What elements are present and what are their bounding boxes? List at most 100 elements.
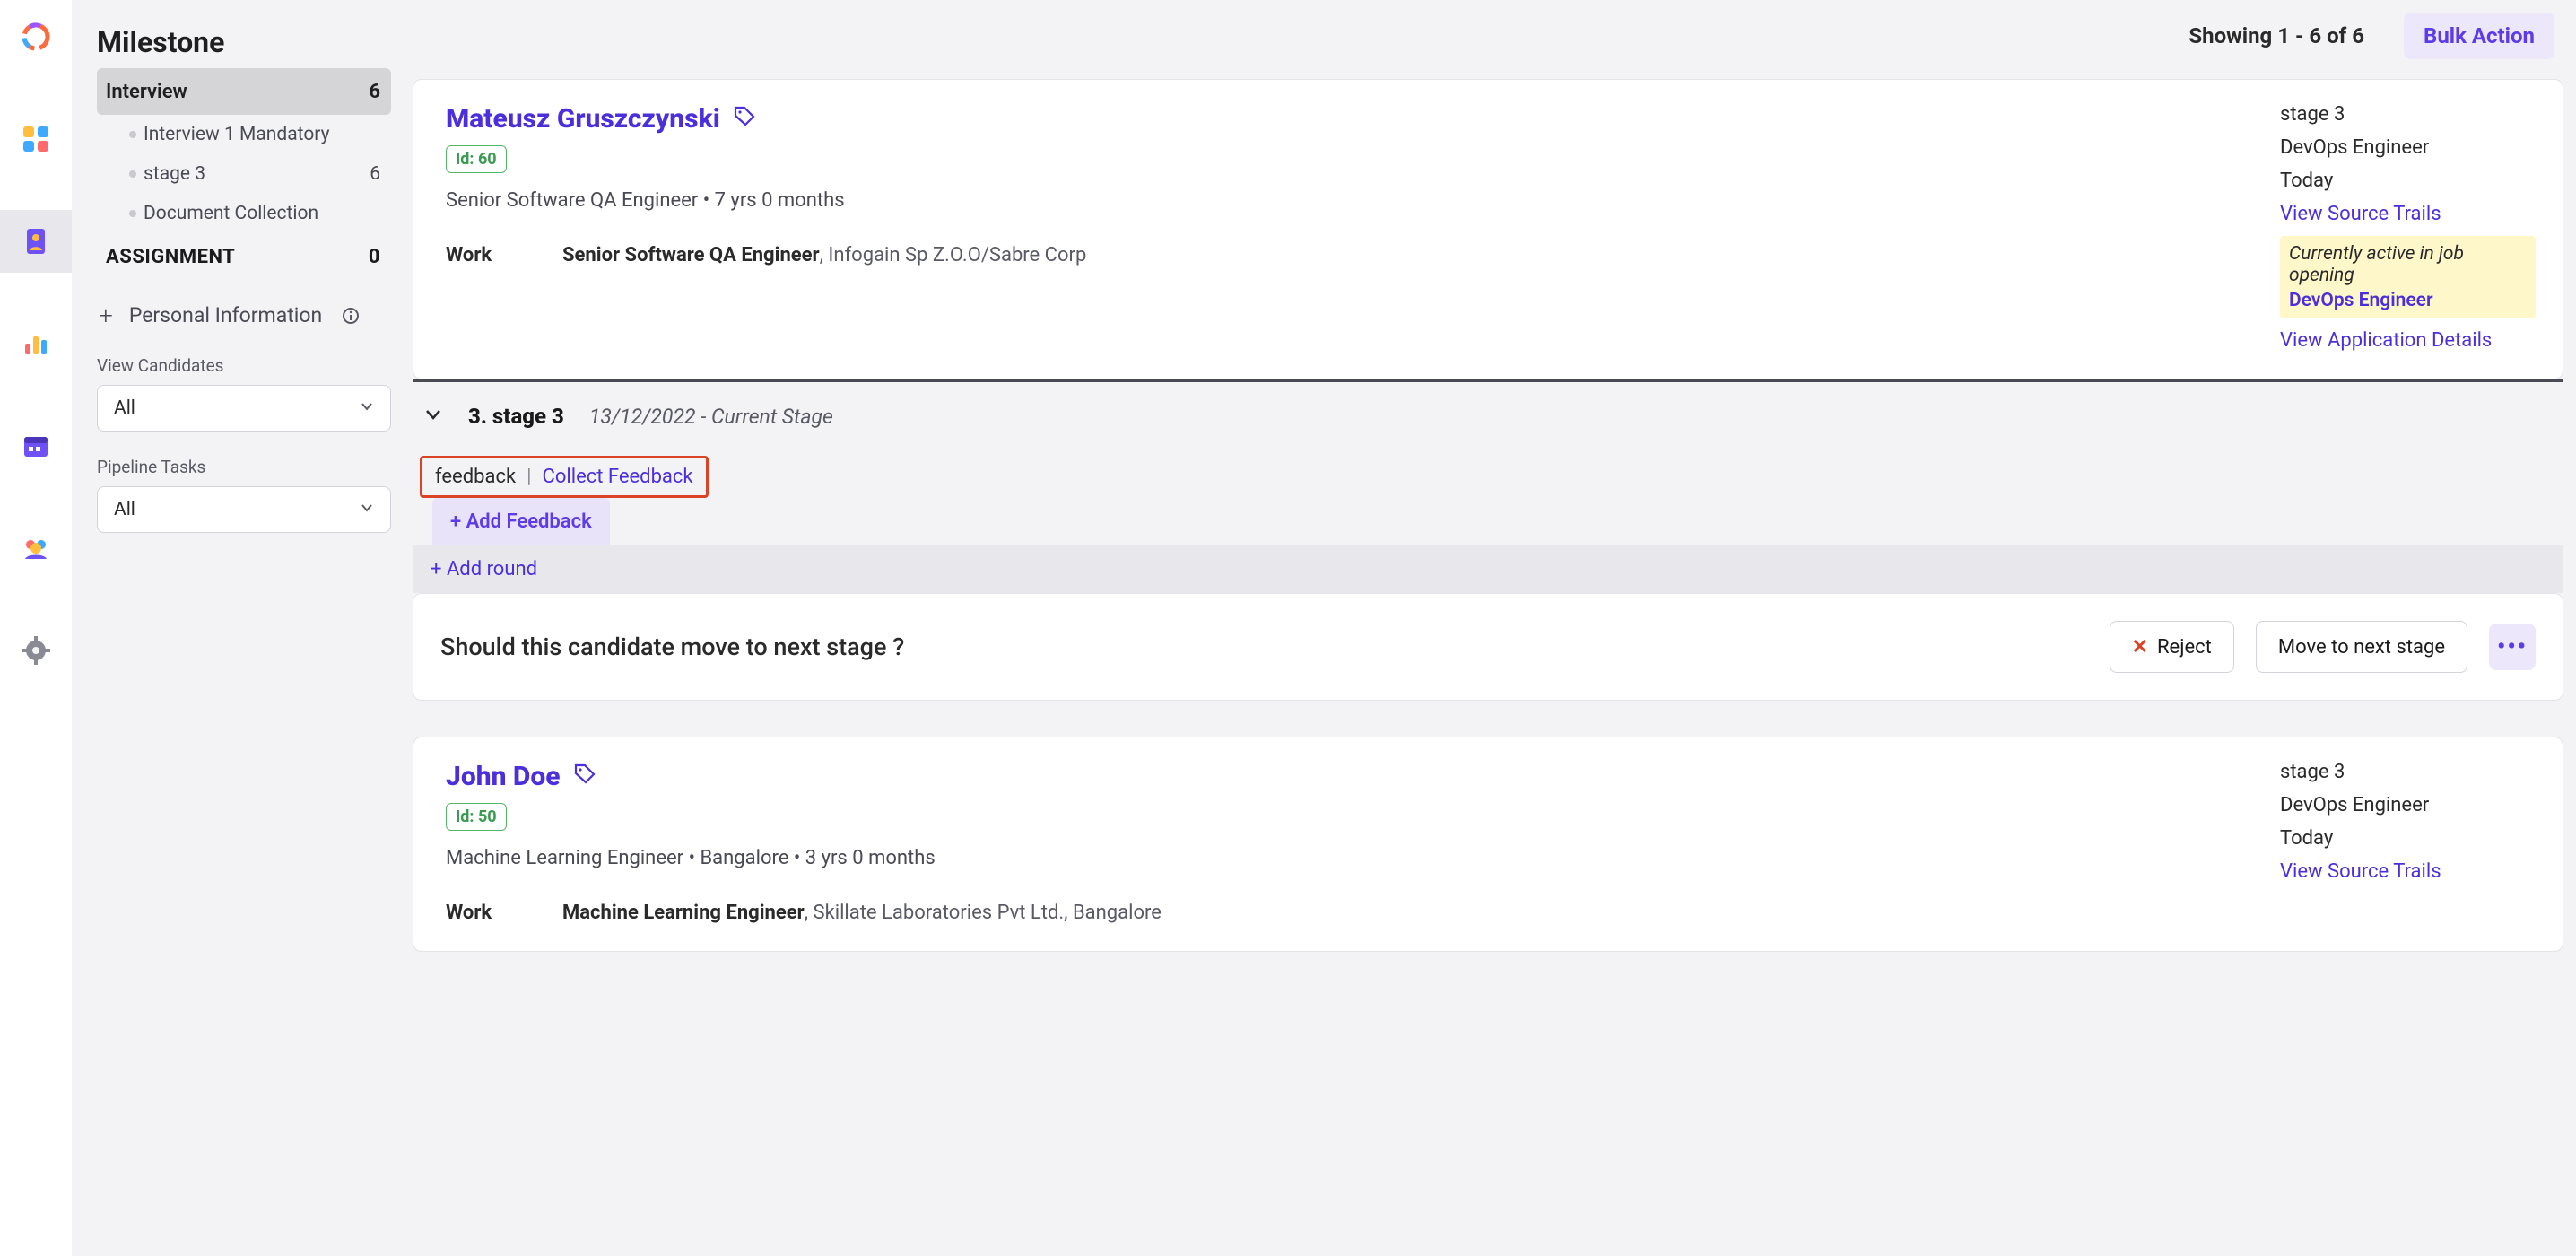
close-icon: ✕ [2132, 636, 2148, 659]
pipeline-tasks-value: All [114, 499, 135, 520]
candidate-id-badge: Id: 60 [446, 145, 507, 173]
dots-icon: ••• [2497, 633, 2528, 660]
candidate-headline: Senior Software QA Engineer • 7 yrs 0 mo… [446, 189, 2236, 212]
add-round-bar[interactable]: + Add round [413, 545, 2563, 593]
nav-analytics-icon[interactable] [0, 312, 72, 375]
stage-section: 3. stage 3 13/12/2022 - Current Stage fe… [413, 379, 2563, 701]
candidate-id-badge: Id: 50 [446, 803, 507, 831]
more-actions-button[interactable]: ••• [2489, 624, 2536, 670]
stage-title: 3. stage 3 [468, 404, 564, 429]
work-role: Senior Software QA Engineer [562, 244, 820, 266]
stage-date-note: 13/12/2022 - Current Stage [589, 405, 833, 429]
work-label: Work [446, 902, 562, 924]
main-content: Showing 1 - 6 of 6 Bulk Action Mateusz G… [413, 0, 2576, 1256]
nav-calendar-icon[interactable] [0, 414, 72, 477]
side-date: Today [2280, 827, 2536, 850]
app-logo[interactable] [0, 5, 72, 68]
work-label: Work [446, 244, 562, 266]
chevron-down-icon [360, 397, 374, 419]
candidate-work-row: Work Senior Software QA Engineer, Infoga… [446, 244, 2236, 266]
view-application-details-link[interactable]: View Application Details [2280, 329, 2536, 352]
view-source-trails-link[interactable]: View Source Trails [2280, 860, 2536, 883]
assignment-label: ASSIGNMENT [106, 246, 235, 268]
active-banner-line1: Currently active in job opening [2289, 243, 2527, 286]
plus-icon: + [99, 301, 113, 330]
milestone-interview[interactable]: Interview 6 [97, 68, 391, 115]
pipeline-tasks-label: Pipeline Tasks [97, 457, 391, 477]
side-position: DevOps Engineer [2280, 794, 2536, 816]
add-feedback-button[interactable]: + Add Feedback [432, 498, 610, 545]
move-next-stage-button[interactable]: Move to next stage [2256, 621, 2467, 673]
work-company: , Infogain Sp Z.O.O/Sabre Corp [820, 244, 1087, 266]
nav-settings-icon[interactable] [0, 619, 72, 682]
info-icon [342, 307, 360, 325]
milestone-interview-count: 6 [369, 81, 380, 103]
feedback-separator: | [527, 466, 531, 488]
personal-info-toggle[interactable]: + Personal Information [97, 281, 391, 355]
work-role: Machine Learning Engineer [562, 902, 805, 924]
sub-label: stage 3 [144, 163, 205, 185]
filters-sidebar: Milestone Interview 6 Interview 1 Mandat… [72, 0, 413, 1256]
tag-icon [573, 761, 596, 792]
active-banner-line2[interactable]: DevOps Engineer [2289, 290, 2527, 311]
sub-count: 6 [370, 163, 380, 185]
active-job-banner: Currently active in job opening DevOps E… [2280, 236, 2536, 318]
bulk-action-button[interactable]: Bulk Action [2404, 13, 2554, 59]
candidate-name-link[interactable]: John Doe [446, 761, 596, 792]
candidate-name: Mateusz Gruszczynski [446, 103, 720, 135]
candidate-side-panel: stage 3 DevOps Engineer Today View Sourc… [2258, 761, 2536, 924]
topbar: Showing 1 - 6 of 6 Bulk Action [413, 0, 2563, 72]
side-position: DevOps Engineer [2280, 136, 2536, 159]
work-company: , Skillate Laboratories Pvt Ltd., Bangal… [805, 902, 1162, 924]
reject-label: Reject [2157, 636, 2212, 659]
work-value: Senior Software QA Engineer, Infogain Sp… [562, 244, 2236, 266]
assignment-count: 0 [369, 246, 380, 268]
nav-dashboard-icon[interactable] [0, 108, 72, 170]
sub-dot-icon [129, 170, 136, 178]
work-value: Machine Learning Engineer, Skillate Labo… [562, 902, 2236, 924]
view-source-trails-link[interactable]: View Source Trails [2280, 203, 2536, 225]
milestone-sub-documents[interactable]: Document Collection [97, 194, 391, 233]
decision-card: Should this candidate move to next stage… [413, 593, 2563, 701]
reject-button[interactable]: ✕ Reject [2110, 621, 2234, 673]
candidate-card: Mateusz Gruszczynski Id: 60 Senior Softw… [413, 79, 2563, 379]
candidate-name: John Doe [446, 761, 561, 792]
milestone-heading: Milestone [97, 25, 391, 59]
milestone-assignment[interactable]: ASSIGNMENT 0 [97, 233, 391, 281]
sub-label: Interview 1 Mandatory [144, 124, 330, 145]
feedback-label: feedback [435, 466, 516, 488]
sub-dot-icon [129, 210, 136, 217]
view-candidates-value: All [114, 397, 135, 419]
feedback-row-highlight: feedback | Collect Feedback [420, 456, 709, 498]
collect-feedback-link[interactable]: Collect Feedback [543, 466, 693, 488]
nav-candidates-icon[interactable] [0, 210, 72, 273]
side-date: Today [2280, 170, 2536, 192]
candidate-summary: John Doe Id: 50 Machine Learning Enginee… [446, 761, 2236, 924]
candidate-headline: Machine Learning Engineer • Bangalore • … [446, 847, 2236, 869]
candidate-work-row: Work Machine Learning Engineer, Skillate… [446, 902, 2236, 924]
candidate-name-link[interactable]: Mateusz Gruszczynski [446, 103, 756, 135]
candidate-summary: Mateusz Gruszczynski Id: 60 Senior Softw… [446, 103, 2236, 352]
results-count: Showing 1 - 6 of 6 [2189, 23, 2364, 48]
pipeline-tasks-dropdown[interactable]: All [97, 486, 391, 533]
side-stage: stage 3 [2280, 103, 2536, 126]
side-stage: stage 3 [2280, 761, 2536, 783]
chevron-down-icon [360, 499, 374, 520]
sub-dot-icon [129, 131, 136, 138]
nav-team-icon[interactable] [0, 517, 72, 580]
decision-question: Should this candidate move to next stage… [440, 632, 2088, 661]
milestone-sub-stage3[interactable]: stage 3 6 [97, 154, 391, 194]
milestone-interview-label: Interview [106, 81, 187, 103]
milestone-sub-interview1[interactable]: Interview 1 Mandatory [97, 115, 391, 154]
tag-icon [733, 103, 756, 135]
chevron-down-icon[interactable] [423, 405, 443, 428]
personal-info-label: Personal Information [129, 303, 322, 327]
nav-rail [0, 0, 72, 1256]
sub-label: Document Collection [144, 203, 318, 224]
stage-header: 3. stage 3 13/12/2022 - Current Stage [413, 379, 2563, 450]
view-candidates-label: View Candidates [97, 355, 391, 376]
move-label: Move to next stage [2278, 636, 2445, 659]
add-round-label: + Add round [431, 558, 537, 580]
view-candidates-dropdown[interactable]: All [97, 385, 391, 432]
candidate-card: John Doe Id: 50 Machine Learning Enginee… [413, 737, 2563, 952]
